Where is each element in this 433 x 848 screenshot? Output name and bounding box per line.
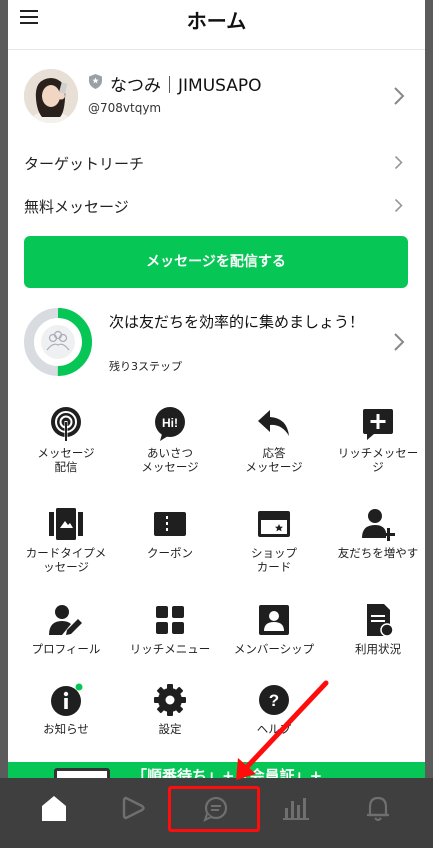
row-label: 無料メッセージ <box>24 198 129 216</box>
avatar <box>24 69 78 123</box>
feature-greeting[interactable]: Hi! あいさつ メッセージ <box>118 400 222 490</box>
feature-label: カードタイプメ ッセージ <box>25 546 107 574</box>
feature-label: ショップ カード <box>251 546 297 574</box>
help-icon: ? <box>259 685 289 715</box>
feature-coupon[interactable]: クーポン <box>118 500 222 590</box>
setup-steps-card[interactable]: 次は友だちを効率的に集めましょう！ 残り3ステップ <box>8 300 425 384</box>
feature-label: メッセージ 配信 <box>37 446 95 474</box>
feature-profile[interactable]: プロフィール <box>14 596 118 686</box>
feature-label: メンバーシップ <box>233 642 315 656</box>
card-type-icon <box>49 508 83 540</box>
chat-tab-highlight <box>168 786 260 832</box>
chevron-right-icon <box>394 155 403 170</box>
chevron-right-icon <box>394 198 403 213</box>
row-label: ターゲットリーチ <box>24 155 145 173</box>
gear-icon <box>154 684 186 716</box>
account-profile[interactable]: なつみ｜JIMUSAPO @708vtqym <box>8 58 425 134</box>
bar-chart-icon <box>283 798 309 820</box>
feature-label: プロフィール <box>31 642 101 656</box>
feature-label: 友だちを増やす <box>337 546 419 560</box>
info-icon <box>51 683 83 716</box>
feature-auto-reply[interactable]: 応答 メッセージ <box>222 400 326 490</box>
rich-message-icon <box>363 409 393 440</box>
feature-rich-message[interactable]: リッチメッセー ジ <box>326 400 425 490</box>
feature-label: リッチメッセー ジ <box>337 446 419 474</box>
feature-card-type[interactable]: カードタイプメ ッセージ <box>14 500 118 590</box>
feature-usage[interactable]: 利用状況 <box>326 596 425 686</box>
progress-donut <box>24 308 92 376</box>
header-bar: ホーム <box>8 0 425 50</box>
feature-label: 利用状況 <box>355 642 401 656</box>
page-title: ホーム <box>186 9 247 33</box>
feature-label: 設定 <box>158 722 182 736</box>
feature-label: 応答 メッセージ <box>245 446 303 474</box>
shop-card-icon <box>258 511 290 537</box>
feature-settings[interactable]: 設定 <box>118 676 222 766</box>
rich-menu-icon <box>156 606 184 634</box>
add-friend-icon <box>362 509 395 541</box>
feature-label: お知らせ <box>43 722 89 736</box>
feature-label: リッチメニュー <box>129 642 211 656</box>
feature-label: クーポン <box>147 546 193 560</box>
profile-edit-icon <box>49 605 82 635</box>
feature-membership[interactable]: メンバーシップ <box>222 596 326 686</box>
analytics-tab[interactable] <box>276 788 316 828</box>
home-tab[interactable] <box>34 788 74 828</box>
feature-label: あいさつ メッセージ <box>141 446 199 474</box>
send-message-button[interactable]: メッセージを配信する <box>24 236 408 288</box>
feature-rich-menu[interactable]: リッチメニュー <box>118 596 222 686</box>
coupon-icon <box>154 512 186 536</box>
chevron-right-icon <box>394 87 405 105</box>
bell-icon <box>367 796 389 821</box>
feature-help[interactable]: ? ヘルプ <box>222 676 326 766</box>
play-icon <box>122 796 145 820</box>
feature-notices[interactable]: お知らせ <box>14 676 118 766</box>
usage-icon <box>367 604 394 637</box>
feature-broadcast[interactable]: メッセージ 配信 <box>14 400 118 490</box>
svg-text:?: ? <box>269 691 279 710</box>
timeline-tab[interactable] <box>114 788 154 828</box>
membership-icon <box>259 605 289 635</box>
home-screen: ホーム なつみ｜JIMUSAPO @708vtqym ターゲットリーチ 無料メッ… <box>8 0 425 848</box>
home-icon <box>42 796 66 821</box>
account-id: @708vtqym <box>88 101 162 115</box>
feature-label: ヘルプ <box>256 722 292 736</box>
hi-bubble-icon: Hi! <box>155 407 185 441</box>
feature-add-friends[interactable]: 友だちを増やす <box>326 500 425 590</box>
feature-shop-card[interactable]: ショップ カード <box>222 500 326 590</box>
svg-text:Hi!: Hi! <box>162 416 178 430</box>
steps-title: 次は友だちを効率的に集めましょう！ <box>109 313 365 331</box>
target-reach-row[interactable]: ターゲットリーチ <box>8 143 425 183</box>
reply-icon <box>258 410 289 436</box>
broadcast-icon <box>51 407 81 441</box>
verified-shield-icon <box>89 74 102 89</box>
free-message-row[interactable]: 無料メッセージ <box>8 186 425 226</box>
account-name: なつみ｜JIMUSAPO <box>110 76 262 96</box>
notifications-tab[interactable] <box>358 788 398 828</box>
chevron-right-icon <box>394 333 405 351</box>
steps-remaining: 残り3ステップ <box>109 360 182 373</box>
